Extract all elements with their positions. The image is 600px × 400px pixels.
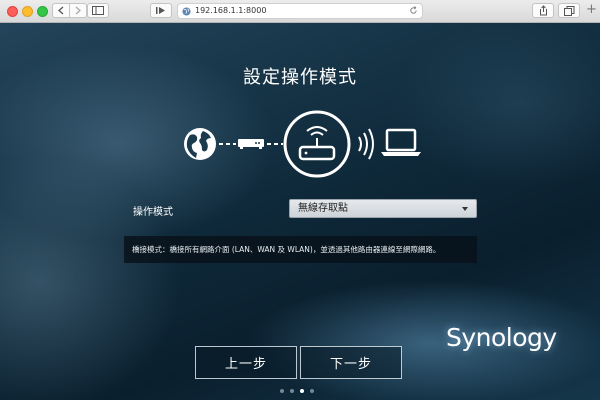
network-diagram	[184, 110, 421, 178]
operation-mode-value: 無線存取點	[298, 203, 348, 214]
reader-button[interactable]	[150, 3, 172, 18]
share-button[interactable]	[532, 3, 554, 18]
page-dot[interactable]	[300, 389, 304, 393]
close-window-button[interactable]	[7, 6, 18, 17]
browser-window: 192.168.1.1:8000 + 設定操作模式 操作模式 無線存取點 橋接模…	[0, 0, 600, 400]
url-text: 192.168.1.1:8000	[195, 6, 267, 15]
laptop-icon	[381, 128, 421, 156]
wifi-signal-icon	[358, 128, 374, 160]
tab-overview-button[interactable]	[558, 3, 580, 18]
reader-icon	[156, 7, 165, 14]
synology-logo: Synology	[446, 323, 557, 352]
previous-button[interactable]: 上一步	[195, 346, 297, 379]
page-indicator	[280, 389, 314, 393]
internet-globe-icon	[184, 128, 216, 160]
setup-wizard-page: 設定操作模式 操作模式 無線存取點 橋接模式：橋接所有網路介面 (LAN、WAN…	[0, 23, 600, 400]
mode-description-text: 橋接模式：橋接所有網路介面 (LAN、WAN 及 WLAN)，並透過其他路由器連…	[132, 245, 441, 254]
reload-icon[interactable]	[409, 6, 418, 15]
router-icon	[283, 110, 351, 178]
page-dot[interactable]	[290, 389, 294, 393]
tabs-icon	[563, 5, 574, 16]
globe-icon	[182, 7, 191, 16]
modem-icon	[238, 139, 264, 149]
mode-description-box: 橋接模式：橋接所有網路介面 (LAN、WAN 及 WLAN)，並透過其他路由器連…	[124, 236, 477, 263]
sidebar-icon	[92, 6, 104, 15]
page-dot[interactable]	[310, 389, 314, 393]
browser-toolbar: 192.168.1.1:8000 +	[0, 0, 600, 23]
back-button[interactable]	[52, 3, 70, 18]
page-title: 設定操作模式	[243, 67, 357, 88]
page-dot[interactable]	[280, 389, 284, 393]
forward-button[interactable]	[69, 3, 87, 18]
operation-mode-label: 操作模式	[133, 207, 173, 218]
chevron-right-icon	[75, 6, 81, 15]
minimize-window-button[interactable]	[22, 6, 33, 17]
chevron-left-icon	[58, 6, 64, 15]
operation-mode-select[interactable]: 無線存取點	[289, 199, 477, 218]
next-button[interactable]: 下一步	[300, 346, 402, 379]
new-tab-button[interactable]: +	[586, 2, 597, 18]
zoom-window-button[interactable]	[37, 6, 48, 17]
share-icon	[539, 5, 547, 16]
sidebar-button[interactable]	[87, 3, 109, 18]
address-bar[interactable]: 192.168.1.1:8000	[177, 3, 423, 19]
chevron-down-icon	[462, 207, 468, 211]
